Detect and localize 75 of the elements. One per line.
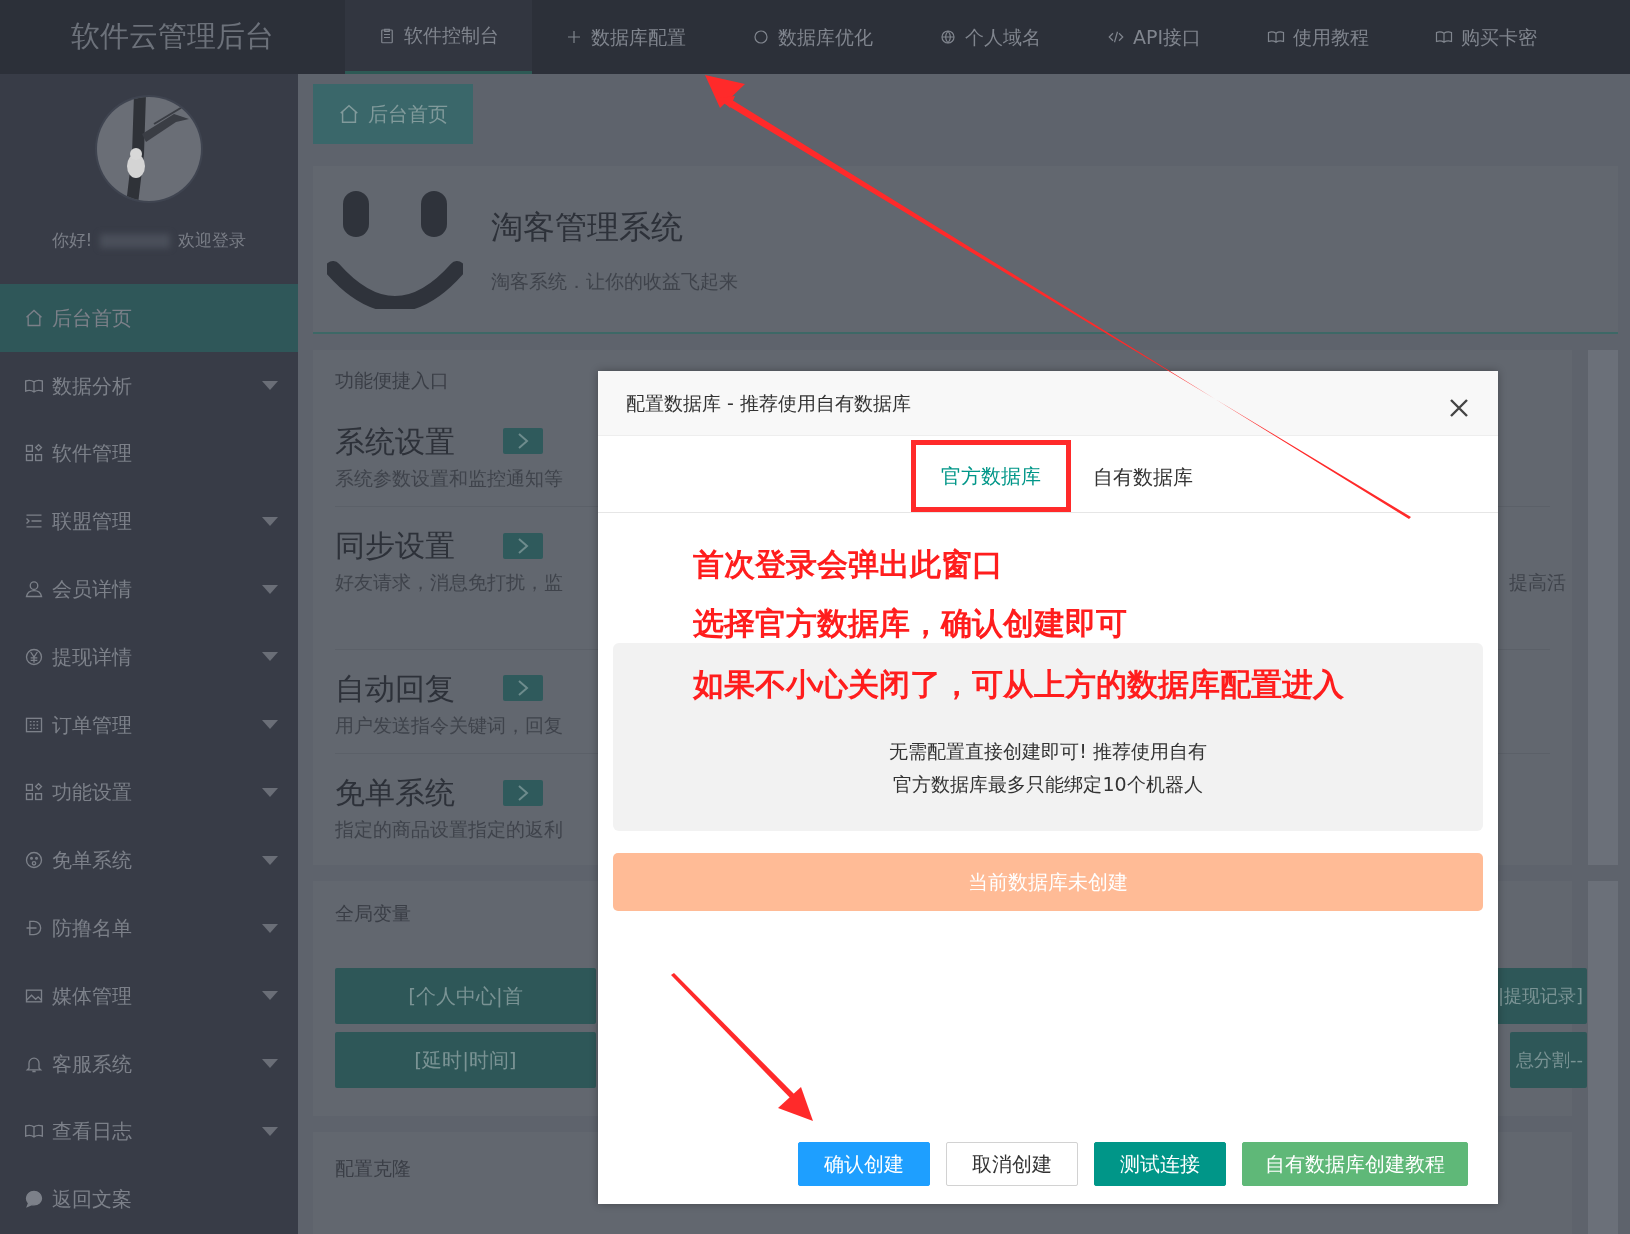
caret-icon	[262, 516, 278, 526]
grid-icon	[24, 782, 44, 803]
nav-tab[interactable]: 购买卡密	[1402, 0, 1571, 74]
annotation-text: 如果不小心关闭了，可从上方的数据库配置进入	[693, 665, 1344, 704]
caret-icon	[262, 1059, 278, 1069]
caret-icon	[262, 991, 278, 1001]
caret-icon	[262, 1126, 278, 1136]
nav-tab[interactable]: 软件控制台	[345, 0, 532, 74]
sidebar-item[interactable]: 提现详情	[0, 623, 298, 691]
sidebar-item[interactable]: 功能设置	[0, 758, 298, 827]
sidebar-item[interactable]: 数据分析	[0, 351, 298, 420]
book-icon	[1435, 28, 1454, 46]
plus-icon	[565, 28, 583, 46]
welcome-text: 欢迎登录	[178, 229, 247, 252]
home-icon	[338, 103, 360, 125]
dialog-button[interactable]: 自有数据库创建教程	[1242, 1142, 1468, 1186]
smiley-icon	[327, 189, 463, 309]
caret-icon	[262, 855, 278, 865]
sidebar-item[interactable]: 订单管理	[0, 690, 298, 759]
sidebar-item[interactable]: 返回文案	[0, 1165, 298, 1234]
nav-tab[interactable]: 数据库配置	[532, 0, 719, 74]
nav-tab[interactable]: 使用教程	[1234, 0, 1403, 74]
variable-button[interactable]: [延时|时间]	[335, 1031, 596, 1088]
sidebar-item[interactable]: 后台首页	[0, 284, 298, 352]
arrow-button[interactable]	[503, 428, 543, 454]
dialog-button[interactable]: 取消创建	[946, 1142, 1078, 1186]
nav-tab[interactable]: 数据库优化	[719, 0, 906, 74]
variable-button[interactable]: 息分割--	[1510, 1031, 1587, 1088]
status-bar: 当前数据库未创建	[613, 853, 1483, 911]
caret-icon	[262, 720, 278, 730]
chevron-icon	[517, 536, 529, 555]
sidebar-item[interactable]: 会员详情	[0, 555, 298, 623]
annotation-text: 首次登录会弹出此窗口	[693, 545, 1003, 584]
caret-icon	[262, 787, 278, 797]
face-icon	[24, 850, 44, 871]
caret-icon	[262, 652, 278, 662]
variable-button[interactable]: [个人中心|首	[335, 967, 596, 1024]
app-logo-text: 软件云管理后台	[71, 18, 274, 56]
nav-tab[interactable]: API接口	[1074, 0, 1235, 74]
notice-text: 官方数据库最多只能绑定10个机器人	[893, 772, 1203, 797]
clipboard-icon	[378, 26, 396, 45]
yen-icon	[24, 646, 44, 667]
tab[interactable]: 自有数据库	[1071, 446, 1215, 508]
sidebar-item[interactable]: 查看日志	[0, 1097, 298, 1166]
caret-icon	[262, 381, 278, 391]
sidebar-item[interactable]: 媒体管理	[0, 961, 298, 1030]
home-icon	[24, 307, 44, 328]
nav-tab[interactable]: 个人域名	[906, 0, 1074, 74]
book-icon	[1267, 28, 1286, 46]
breadcrumb-home[interactable]: 后台首页	[313, 84, 473, 144]
dialog-button[interactable]: 确认创建	[798, 1142, 930, 1186]
circle-icon	[752, 28, 770, 46]
user-icon	[24, 579, 44, 600]
notice-text: 无需配置直接创建即可! 推荐使用自有	[889, 739, 1207, 764]
annotation-text: 选择官方数据库，确认创建即可	[693, 604, 1127, 643]
dialog-button[interactable]: 测试连接	[1094, 1142, 1226, 1186]
chevron-icon	[517, 679, 529, 697]
greeting-text: 你好!	[51, 229, 93, 252]
globe-icon	[939, 28, 957, 46]
sidebar-item[interactable]: 客服系统	[0, 1029, 298, 1098]
grid-icon	[24, 443, 44, 464]
chevron-icon	[517, 432, 529, 450]
sidebar-item[interactable]: 软件管理	[0, 419, 298, 488]
chevron-icon	[517, 783, 529, 802]
tab[interactable]: 官方数据库	[919, 445, 1063, 507]
modal-title: 配置数据库 - 推荐使用自有数据库	[626, 390, 911, 416]
sidebar-item[interactable]: 联盟管理	[0, 487, 298, 556]
sidebar-item[interactable]: 防撸名单	[0, 894, 298, 962]
caret-icon	[262, 584, 278, 594]
chat-icon	[24, 1189, 44, 1210]
arrow-button[interactable]	[503, 675, 543, 701]
sidebar-item[interactable]: 免单系统	[0, 826, 298, 895]
caret-icon	[262, 923, 278, 933]
arrow-button[interactable]	[503, 532, 543, 559]
arrow-button[interactable]	[503, 779, 543, 806]
